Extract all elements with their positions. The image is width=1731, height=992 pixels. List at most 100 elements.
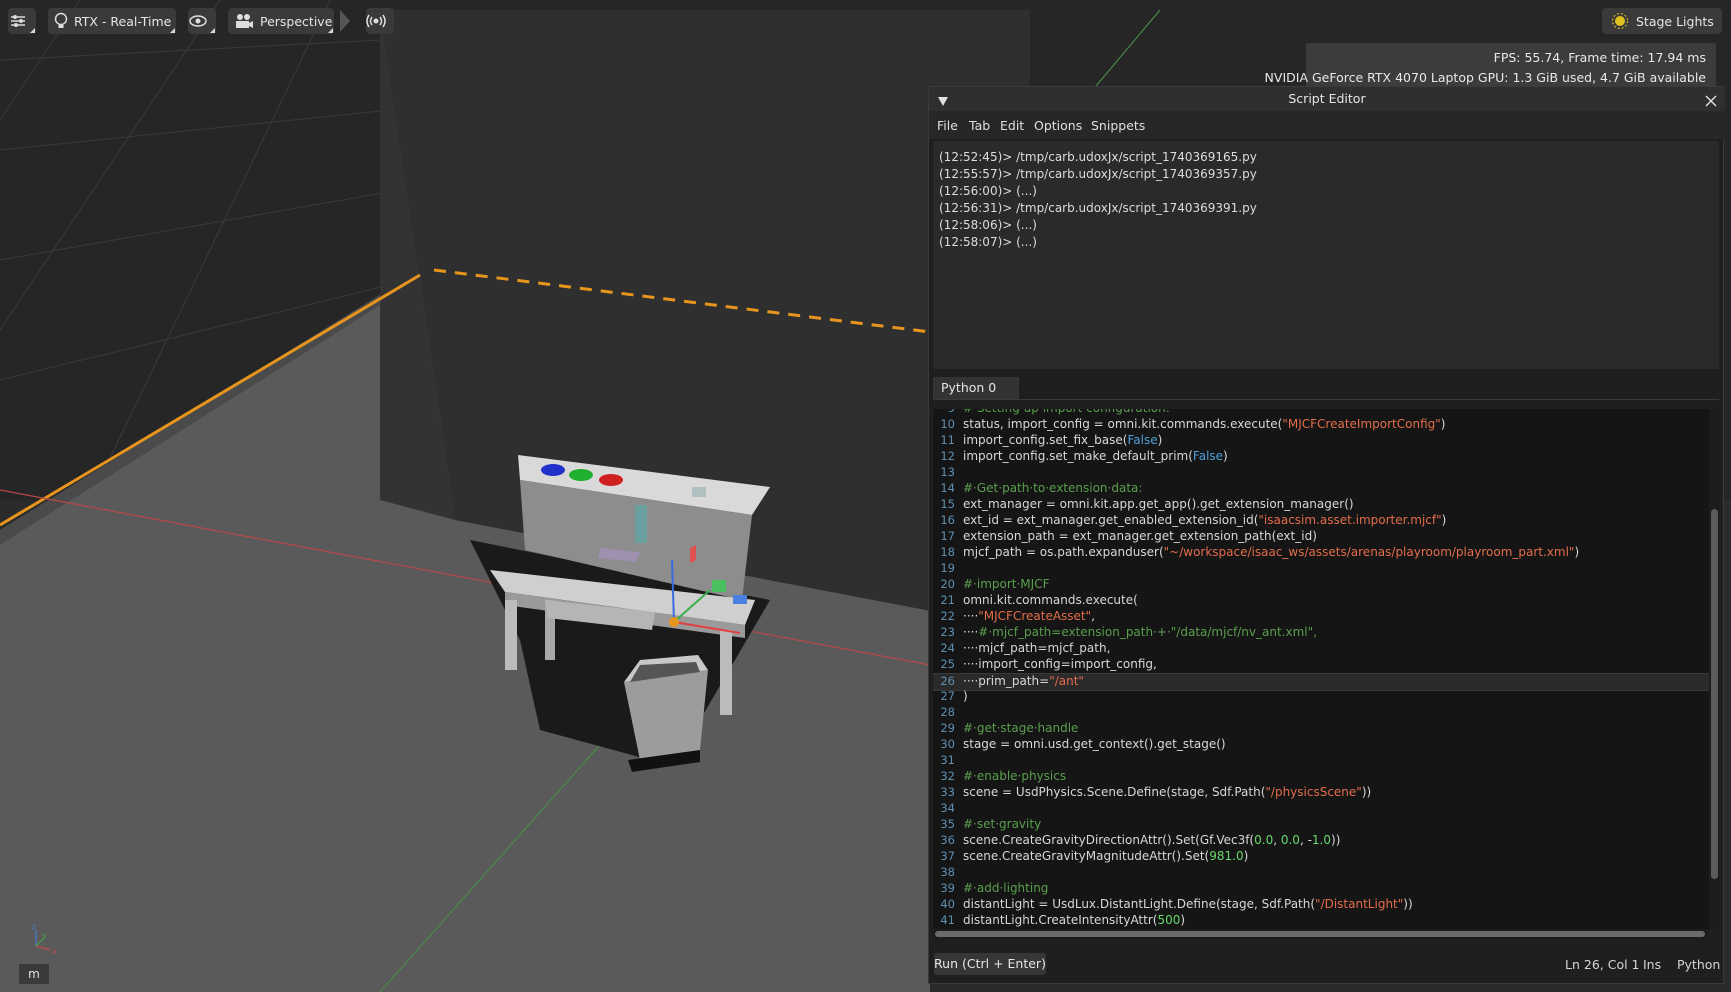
line-number: 17 — [940, 529, 955, 543]
code-text: ext_manager = omni.kit.app.get_app().get… — [963, 497, 1354, 511]
stats-overlay: FPS: 55.74, Frame time: 17.94 ms NVIDIA … — [1265, 43, 1716, 91]
code-line[interactable]: 12 import_config.set_make_default_prim(Fa… — [933, 449, 1709, 465]
history-entry[interactable]: (12:56:31)> /tmp/carb.udoxJx/script_1740… — [939, 201, 1257, 215]
code-line[interactable]: 27) — [933, 689, 1709, 705]
line-number: 19 — [940, 561, 955, 575]
line-number: 9 — [933, 409, 955, 415]
camera-button[interactable]: Perspective — [228, 8, 334, 34]
line-number: 14 — [940, 481, 955, 495]
line-number: 30 — [940, 737, 955, 751]
vertical-scrollbar[interactable] — [1710, 409, 1719, 929]
code-line[interactable]: 37 scene.CreateGravityMagnitudeAttr().Set… — [933, 849, 1709, 865]
code-text: #·set·gravity — [963, 817, 1042, 831]
code-line[interactable]: 38 — [933, 865, 1709, 881]
history-entry[interactable]: (12:58:07)> (...) — [939, 235, 1037, 249]
tab-python-0[interactable]: Python 0 — [933, 377, 1019, 399]
language-mode: Python — [1677, 957, 1721, 972]
stage-lights-button[interactable]: Stage Lights — [1602, 8, 1722, 34]
code-line[interactable]: 16 ext_id = ext_manager.get_enabled_exten… — [933, 513, 1709, 529]
code-text: #·get·stage·handle — [963, 721, 1079, 735]
visibility-menu-button[interactable] — [188, 8, 216, 34]
code-line[interactable]: 20 #·import·MJCF — [933, 577, 1709, 593]
code-line[interactable]: 11 import_config.set_fix_base(False) — [933, 433, 1709, 449]
code-line[interactable]: 13 — [933, 465, 1709, 481]
stage-lights-label: Stage Lights — [1636, 13, 1714, 29]
menu-bar: File Tab Edit Options Snippets — [929, 111, 1725, 139]
code-line[interactable]: 35 #·set·gravity — [933, 817, 1709, 833]
code-line[interactable]: 10 status, import_config = omni.kit.comma… — [933, 417, 1709, 433]
code-line[interactable]: 19 — [933, 561, 1709, 577]
history-entry[interactable]: (12:58:06)> (...) — [939, 218, 1037, 232]
line-number: 33 — [940, 785, 955, 799]
code-line[interactable]: 28 — [933, 705, 1709, 721]
code-line[interactable]: 25 ····import_config=import_config, — [933, 657, 1709, 673]
code-line[interactable]: 33 scene = UsdPhysics.Scene.Define(stage,… — [933, 785, 1709, 801]
horizontal-scrollbar[interactable] — [933, 929, 1709, 939]
history-entry[interactable]: (12:52:45)> /tmp/carb.udoxJx/script_1740… — [939, 150, 1257, 164]
code-editor[interactable]: 9 # Setting up import configuration: 10 sta… — [933, 409, 1709, 929]
toolbar-expand-arrow-icon[interactable] — [338, 8, 352, 34]
dropdown-corner-icon — [170, 28, 175, 33]
line-number: 40 — [940, 897, 955, 911]
line-number: 16 — [940, 513, 955, 527]
dropdown-corner-icon — [30, 28, 35, 33]
line-number: 12 — [940, 449, 955, 463]
horizontal-scrollbar-thumb[interactable] — [935, 931, 1705, 937]
vertical-scrollbar-thumb[interactable] — [1711, 509, 1718, 879]
code-line[interactable]: 39 #·add·lighting — [933, 881, 1709, 897]
code-text: omni.kit.commands.execute( — [963, 593, 1138, 607]
code-line[interactable]: 24 ····mjcf_path=mjcf_path, — [933, 641, 1709, 657]
broadcast-button[interactable] — [366, 8, 394, 34]
code-line[interactable]: 18 mjcf_path = os.path.expanduser("~/work… — [933, 545, 1709, 561]
close-icon[interactable] — [1705, 92, 1717, 111]
code-line[interactable]: 14 #·Get·path·to·extension·data: — [933, 481, 1709, 497]
code-line[interactable]: 32 #·enable·physics — [933, 769, 1709, 785]
render-mode-label: RTX - Real-Time — [74, 13, 172, 29]
code-text: scene = UsdPhysics.Scene.Define(stage, S… — [963, 785, 1372, 799]
code-line[interactable]: 22 ····"MJCFCreateAsset", — [933, 609, 1709, 625]
insert-mode: Ins — [1643, 957, 1662, 972]
line-number: 31 — [940, 753, 955, 767]
code-line[interactable]: 41 distantLight.CreateIntensityAttr(500) — [933, 913, 1709, 929]
code-text: stage = omni.usd.get_context().get_stage… — [963, 737, 1226, 751]
code-line[interactable]: 29 #·get·stage·handle — [933, 721, 1709, 737]
sun-icon — [1610, 11, 1630, 31]
code-text: ····prim_path="/ant" — [963, 674, 1084, 688]
render-mode-button[interactable]: RTX - Real-Time — [48, 8, 176, 34]
code-line[interactable]: 23 ····#·mjcf_path=extension_path·+·"/dat… — [933, 625, 1709, 641]
menu-file[interactable]: File — [937, 118, 958, 133]
code-text: ext_id = ext_manager.get_enabled_extensi… — [963, 513, 1447, 527]
code-line[interactable]: 40 distantLight = UsdLux.DistantLight.Def… — [933, 897, 1709, 913]
settings-menu-button[interactable] — [8, 8, 36, 34]
code-text: distantLight = UsdLux.DistantLight.Defin… — [963, 897, 1413, 911]
code-text: ) — [963, 689, 968, 703]
code-text: ····#·mjcf_path=extension_path·+·"/data/… — [963, 625, 1317, 639]
script-editor-titlebar[interactable]: Script Editor — [929, 87, 1725, 111]
line-number: 11 — [940, 433, 955, 447]
menu-tab[interactable]: Tab — [969, 118, 990, 133]
code-line[interactable]: 21 omni.kit.commands.execute( — [933, 593, 1709, 609]
line-number: 29 — [940, 721, 955, 735]
menu-edit[interactable]: Edit — [1000, 118, 1024, 133]
execution-history[interactable]: (12:52:45)> /tmp/carb.udoxJx/script_1740… — [933, 141, 1719, 369]
code-line[interactable]: 15 ext_manager = omni.kit.app.get_app().g… — [933, 497, 1709, 513]
code-line[interactable]: 30 stage = omni.usd.get_context().get_sta… — [933, 737, 1709, 753]
code-line[interactable]: 34 — [933, 801, 1709, 817]
code-line[interactable]: 31 — [933, 753, 1709, 769]
history-entry[interactable]: (12:55:57)> /tmp/carb.udoxJx/script_1740… — [939, 167, 1257, 181]
history-entry[interactable]: (12:56:00)> (...) — [939, 184, 1037, 198]
sliders-icon — [8, 11, 28, 31]
svg-text:z: z — [32, 922, 36, 931]
code-line[interactable]: 17 extension_path = ext_manager.get_exten… — [933, 529, 1709, 545]
code-line[interactable]: 9 # Setting up import configuration: — [933, 409, 1709, 417]
code-line[interactable]: 36 scene.CreateGravityDirectionAttr().Set… — [933, 833, 1709, 849]
camera-label: Perspective — [260, 13, 333, 29]
code-text: import_config.set_make_default_prim(Fals… — [963, 449, 1228, 463]
line-number: 28 — [940, 705, 955, 719]
line-number: 34 — [940, 801, 955, 815]
run-button[interactable]: Run (Ctrl + Enter) — [934, 953, 1046, 975]
menu-snippets[interactable]: Snippets — [1091, 118, 1145, 133]
menu-options[interactable]: Options — [1034, 118, 1082, 133]
window-title: Script Editor — [1288, 91, 1366, 106]
script-editor-window[interactable]: Script Editor File Tab Edit Options Snip… — [928, 86, 1725, 984]
